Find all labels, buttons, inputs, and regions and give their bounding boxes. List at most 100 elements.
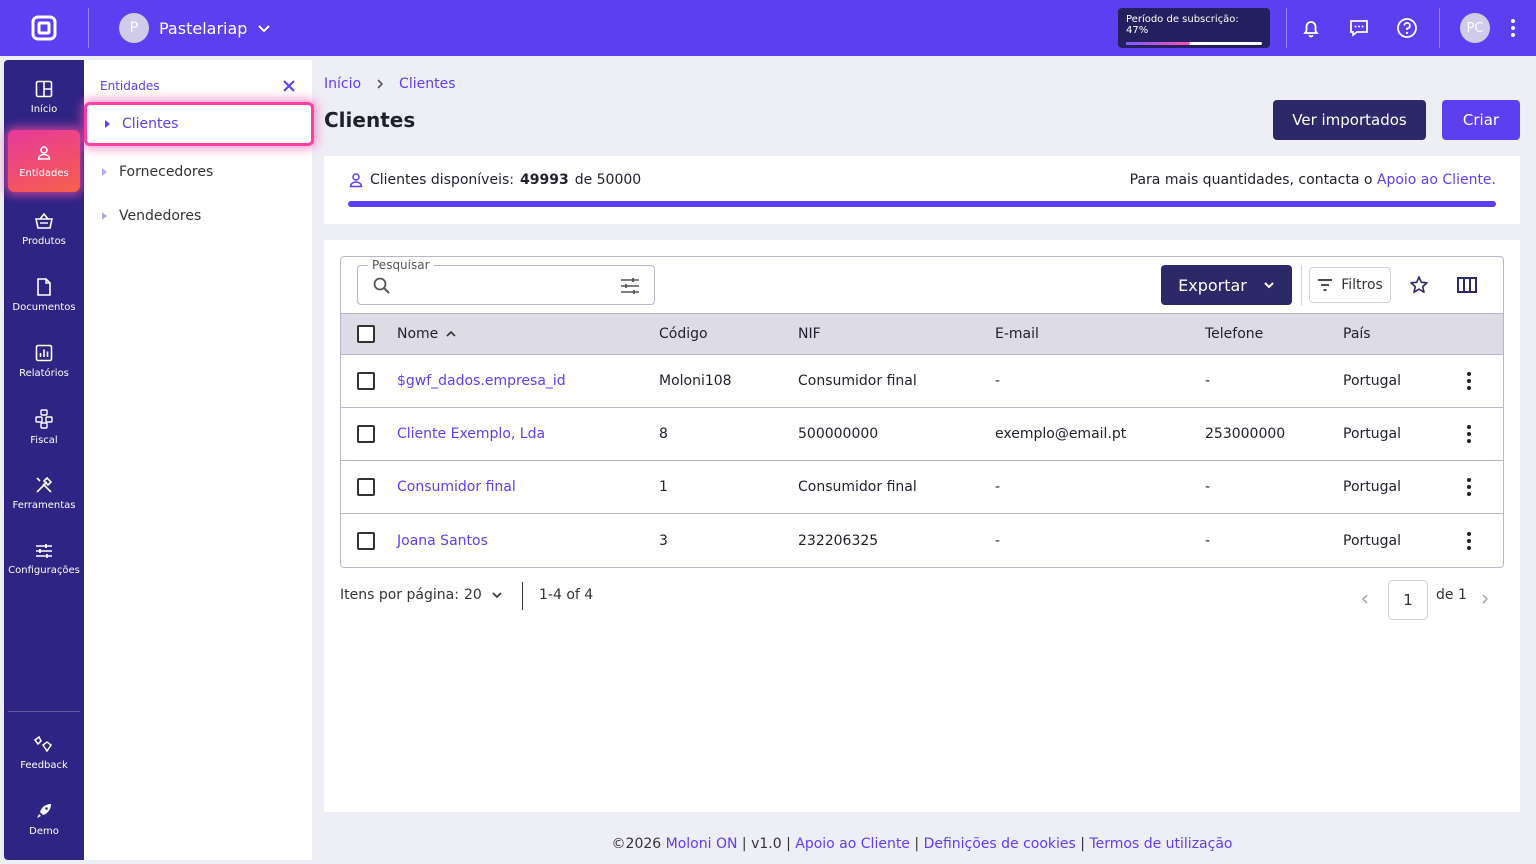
subscription-period[interactable]: Período de subscrição: 47% [1118, 8, 1270, 48]
nav-item-relatorios[interactable]: Relatórios [4, 330, 84, 392]
client-name-link[interactable]: Joana Santos [397, 514, 488, 567]
row-checkbox[interactable] [357, 408, 375, 460]
cell-telefone: 253000000 [1205, 426, 1286, 442]
chat-icon [1350, 20, 1368, 37]
cell-nif: Consumidor final [798, 479, 917, 495]
quota-available: 49993 [519, 172, 569, 188]
create-button[interactable]: Criar [1442, 100, 1520, 140]
document-icon [37, 277, 51, 296]
person-icon [349, 173, 363, 188]
page-number-input[interactable]: 1 [1388, 580, 1428, 620]
per-page-label: Itens por página: [340, 587, 459, 603]
column-header-nome[interactable]: Nome [397, 314, 456, 354]
quota-info: Clientes disponíveis: 49993 de 50000 [348, 172, 641, 188]
table-row[interactable]: $gwf_dados.empresa_id Moloni108 Consumid… [341, 355, 1503, 408]
column-header-pais[interactable]: País [1343, 314, 1371, 354]
nav-item-inicio[interactable]: Início [4, 66, 84, 128]
columns-button[interactable] [1449, 267, 1485, 303]
table-row[interactable]: Cliente Exemplo, Lda 8 500000000 exemplo… [341, 408, 1503, 461]
notifications-button[interactable] [1287, 0, 1335, 56]
nav-label: Configurações [8, 564, 80, 576]
nav-item-entidades[interactable]: Entidades [8, 130, 80, 192]
support-link[interactable]: Apoio ao Cliente. [1377, 172, 1496, 188]
footer-separator: | [914, 836, 920, 852]
footer-cookies-link[interactable]: Definições de cookies [924, 836, 1076, 852]
per-page-select[interactable]: 20 [464, 587, 502, 603]
client-name-link[interactable]: $gwf_dados.empresa_id [397, 355, 566, 407]
nav-item-documentos[interactable]: Documentos [4, 264, 84, 326]
cell-codigo: Moloni108 [659, 373, 732, 389]
subpanel-item-clientes[interactable]: Clientes [84, 102, 314, 146]
subpanel-item-fornecedores[interactable]: Fornecedores [84, 150, 312, 194]
cell-pais: Portugal [1343, 426, 1401, 442]
clients-card: Pesquisar Exportar Filtros Nome Código N… [324, 240, 1520, 812]
view-imported-button[interactable]: Ver importados [1273, 100, 1426, 140]
nav-label: Produtos [22, 235, 66, 247]
column-header-codigo[interactable]: Código [659, 314, 708, 354]
filters-button[interactable]: Filtros [1309, 267, 1391, 303]
subpanel-item-vendedores[interactable]: Vendedores [84, 194, 312, 238]
column-header-email[interactable]: E-mail [995, 314, 1039, 354]
nav-item-demo[interactable]: Demo [4, 788, 84, 850]
clients-table: Pesquisar Exportar Filtros Nome Código N… [340, 256, 1504, 568]
row-actions-button[interactable] [1467, 408, 1471, 460]
filter-icon [1318, 279, 1333, 291]
breadcrumb-current[interactable]: Clientes [399, 76, 455, 92]
kebab-icon [1467, 372, 1471, 390]
column-header-nif[interactable]: NIF [798, 314, 821, 354]
favorite-button[interactable] [1401, 267, 1437, 303]
moloni-logo-icon [31, 15, 57, 41]
person-icon [37, 145, 51, 160]
export-button[interactable]: Exportar [1161, 265, 1292, 305]
entities-subpanel: Entidades Clientes Fornecedores Vendedor… [84, 60, 314, 860]
company-selector[interactable]: P Pastelariap [119, 13, 271, 43]
company-avatar: P [119, 13, 149, 43]
row-checkbox[interactable] [357, 355, 375, 407]
nav-item-ferramentas[interactable]: Ferramentas [4, 462, 84, 524]
client-name-link[interactable]: Consumidor final [397, 461, 516, 513]
help-icon [1397, 18, 1417, 38]
footer-brand-link[interactable]: Moloni ON [666, 836, 738, 852]
tune-icon[interactable] [620, 277, 640, 295]
quota-more-text: Para mais quantidades, contacta o [1129, 172, 1373, 188]
row-checkbox[interactable] [357, 514, 375, 567]
user-avatar[interactable]: PC [1460, 13, 1490, 43]
cell-email: - [995, 532, 1001, 549]
row-actions-button[interactable] [1467, 461, 1471, 513]
divider [522, 582, 523, 610]
column-header-telefone[interactable]: Telefone [1205, 314, 1263, 354]
row-checkbox[interactable] [357, 461, 375, 513]
nav-item-fiscal[interactable]: Fiscal [4, 396, 84, 458]
cell-email: - [995, 479, 1001, 495]
chevron-right-icon[interactable] [1480, 593, 1490, 605]
footer-support-link[interactable]: Apoio ao Cliente [795, 836, 910, 852]
more-options-button[interactable] [1490, 0, 1536, 56]
breadcrumb-home[interactable]: Início [324, 76, 361, 92]
cell-email: - [995, 373, 1001, 389]
messages-button[interactable] [1335, 0, 1383, 56]
help-button[interactable] [1383, 0, 1431, 56]
footer-terms-link[interactable]: Termos de utilização [1089, 836, 1232, 852]
feedback-icon [33, 735, 53, 752]
close-icon[interactable] [282, 79, 296, 93]
cell-nif: Consumidor final [798, 373, 917, 389]
cell-codigo: 1 [659, 479, 668, 495]
footer: ©2026 Moloni ON | v1.0 | Apoio ao Client… [324, 836, 1520, 852]
nav-item-produtos[interactable]: Produtos [4, 198, 84, 260]
row-actions-button[interactable] [1467, 514, 1471, 567]
subscription-progress-fill [1126, 42, 1190, 45]
nav-item-feedback[interactable]: Feedback [4, 722, 84, 784]
client-name-link[interactable]: Cliente Exemplo, Lda [397, 408, 545, 460]
table-row[interactable]: Consumidor final 1 Consumidor final - - … [341, 461, 1503, 514]
search-field[interactable]: Pesquisar [357, 258, 655, 305]
cell-nif: 232206325 [798, 532, 879, 549]
table-row[interactable]: Joana Santos 3 232206325 - - Portugal [341, 514, 1503, 567]
select-all-checkbox[interactable] [357, 314, 375, 354]
row-actions-button[interactable] [1467, 355, 1471, 407]
footer-separator: | [1080, 836, 1086, 852]
app-logo[interactable] [0, 0, 88, 56]
pagination: Itens por página: 20 1-4 of 4 1 de 1 [340, 580, 1504, 620]
nav-item-configuracoes[interactable]: Configurações [4, 528, 84, 590]
footer-version: v1.0 [751, 836, 782, 852]
chevron-left-icon[interactable] [1360, 593, 1370, 605]
